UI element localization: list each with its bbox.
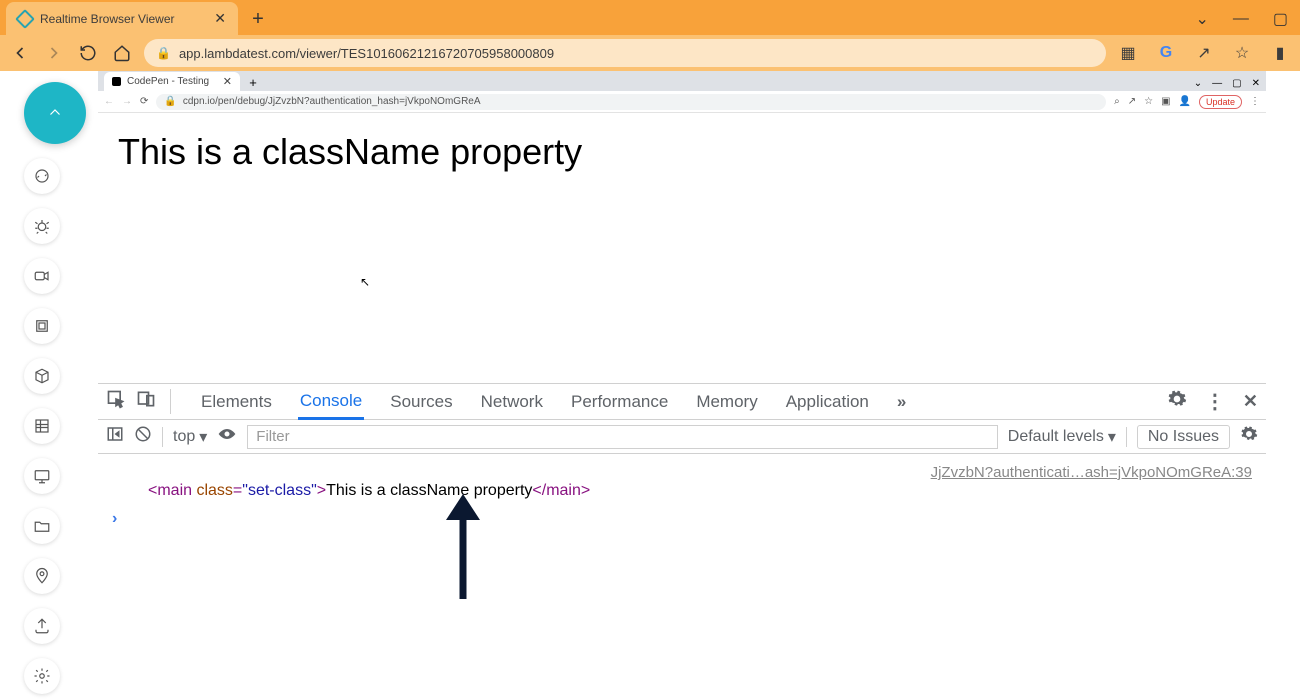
clear-console-icon[interactable]	[134, 425, 152, 448]
reload-button[interactable]	[76, 41, 100, 65]
log-level-selector[interactable]: Default levels ▾	[1008, 427, 1116, 447]
remote-browser: CodePen - Testing ✕ + ⌄ — ▢ ✕ ← → ⟳ 🔒 cd…	[98, 71, 1266, 699]
inner-zoom-icon[interactable]: ⌕	[1114, 96, 1120, 107]
rail-settings-icon[interactable]	[24, 658, 60, 694]
rail-switch-icon[interactable]	[24, 158, 60, 194]
page-content: This is a className property ↖	[98, 113, 1266, 383]
close-tab-icon[interactable]: ✕	[214, 10, 226, 27]
inner-minimize-icon[interactable]: —	[1212, 78, 1222, 89]
inner-close-tab-icon[interactable]: ✕	[223, 75, 232, 88]
inner-bookmark-icon[interactable]: ☆	[1144, 96, 1153, 107]
rail-location-icon[interactable]	[24, 558, 60, 594]
devtools-panel: Elements Console Sources Network Perform…	[98, 383, 1266, 699]
inner-toolbar: ← → ⟳ 🔒 cdpn.io/pen/debug/JjZvzbN?authen…	[98, 91, 1266, 113]
annotation-arrow-icon	[438, 494, 488, 604]
share-icon[interactable]: ↗	[1192, 41, 1216, 65]
tabs-overflow-icon[interactable]: »	[895, 386, 908, 418]
context-selector[interactable]: top ▾	[173, 427, 207, 447]
outer-window-controls: ⌄ — ▢	[1195, 9, 1300, 29]
devtools-close-icon[interactable]: ✕	[1243, 391, 1258, 412]
outer-browser-tab[interactable]: Realtime Browser Viewer ✕	[6, 2, 238, 35]
devtools-settings-icon[interactable]	[1167, 389, 1187, 414]
console-toolbar: top ▾ Filter Default levels ▾ No Issues	[98, 420, 1266, 454]
inner-menu-icon[interactable]: ⋮	[1250, 96, 1260, 107]
issues-button[interactable]: No Issues	[1137, 425, 1230, 449]
chevron-down-icon: ▾	[199, 427, 207, 447]
console-output[interactable]: <main class="set-class">This is a classN…	[98, 454, 1266, 699]
console-log-entry: <main class="set-class">This is a classN…	[112, 464, 1252, 500]
inner-tab-title: CodePen - Testing	[127, 76, 209, 87]
inner-browser-tab[interactable]: CodePen - Testing ✕	[104, 72, 240, 91]
forward-button[interactable]	[42, 41, 66, 65]
inner-profile-icon[interactable]: 👤	[1179, 96, 1191, 107]
inner-titlebar: CodePen - Testing ✕ + ⌄ — ▢ ✕	[98, 71, 1266, 91]
inner-new-tab-button[interactable]: +	[244, 73, 262, 91]
tab-elements[interactable]: Elements	[199, 386, 274, 418]
inner-extension-icon[interactable]: ▣	[1161, 96, 1170, 107]
page-heading: This is a className property	[118, 131, 582, 172]
console-filter-input[interactable]: Filter	[247, 425, 998, 449]
tab-application[interactable]: Application	[784, 386, 871, 418]
rail-package-icon[interactable]	[24, 358, 60, 394]
google-icon[interactable]: G	[1154, 41, 1178, 65]
lock-icon: 🔒	[156, 46, 171, 60]
codepen-favicon	[112, 77, 121, 86]
inner-back-button[interactable]: ←	[104, 96, 114, 107]
tab-network[interactable]: Network	[479, 386, 545, 418]
rail-screenshot-icon[interactable]	[24, 308, 60, 344]
reader-icon[interactable]: ▮	[1268, 41, 1292, 65]
tab-performance[interactable]: Performance	[569, 386, 670, 418]
inner-forward-button[interactable]: →	[122, 96, 132, 107]
console-settings-icon[interactable]	[1240, 425, 1258, 448]
inner-close-window-icon[interactable]: ✕	[1252, 78, 1260, 89]
tab-console[interactable]: Console	[298, 385, 364, 420]
devtools-tabstrip: Elements Console Sources Network Perform…	[98, 384, 1266, 420]
device-toggle-icon[interactable]	[136, 389, 156, 414]
outer-tab-title: Realtime Browser Viewer	[40, 12, 175, 26]
tab-memory[interactable]: Memory	[694, 386, 759, 418]
lambdatest-favicon	[15, 9, 35, 29]
inner-update-button[interactable]: Update	[1199, 95, 1242, 109]
chevron-down-icon[interactable]: ⌄	[1195, 9, 1208, 29]
inner-maximize-icon[interactable]: ▢	[1232, 78, 1241, 89]
inner-reload-button[interactable]: ⟳	[140, 96, 148, 107]
outer-titlebar: Realtime Browser Viewer ✕ + ⌄ — ▢	[0, 0, 1300, 35]
tab-sources[interactable]: Sources	[388, 386, 454, 418]
outer-toolbar: 🔒 app.lambdatest.com/viewer/TES101606212…	[0, 35, 1300, 71]
minimize-icon[interactable]: —	[1233, 10, 1249, 28]
outer-url-text: app.lambdatest.com/viewer/TES10160621216…	[179, 46, 554, 61]
rail-bug-icon[interactable]	[24, 208, 60, 244]
maximize-icon[interactable]: ▢	[1273, 9, 1288, 29]
devtools-menu-icon[interactable]: ⋮	[1205, 389, 1225, 414]
rail-grid-icon[interactable]	[24, 408, 60, 444]
bookmark-icon[interactable]: ☆	[1230, 41, 1254, 65]
translate-icon[interactable]: ▦	[1116, 41, 1140, 65]
outer-address-bar[interactable]: 🔒 app.lambdatest.com/viewer/TES101606212…	[144, 39, 1106, 67]
inner-share-icon[interactable]: ↗	[1128, 96, 1136, 107]
live-expression-icon[interactable]	[217, 427, 237, 446]
console-sidebar-toggle-icon[interactable]	[106, 425, 124, 448]
inner-url-text: cdpn.io/pen/debug/JjZvzbN?authentication…	[183, 96, 481, 107]
rail-video-icon[interactable]	[24, 258, 60, 294]
rail-upload-icon[interactable]	[24, 608, 60, 644]
inner-lock-icon: 🔒	[164, 96, 176, 107]
rail-monitor-icon[interactable]	[24, 458, 60, 494]
new-tab-button[interactable]: +	[244, 5, 272, 33]
inner-address-bar[interactable]: 🔒 cdpn.io/pen/debug/JjZvzbN?authenticati…	[156, 94, 1106, 110]
inspect-element-icon[interactable]	[106, 389, 126, 414]
home-button[interactable]	[110, 41, 134, 65]
back-button[interactable]	[8, 41, 32, 65]
mouse-cursor-icon: ↖	[360, 275, 370, 289]
inner-chevron-down-icon[interactable]: ⌄	[1194, 78, 1202, 89]
rail-folder-icon[interactable]	[24, 508, 60, 544]
console-source-link[interactable]: JjZvzbN?authenticati…ash=jVkpoNOmGReA:39	[931, 464, 1252, 481]
chevron-down-icon: ▾	[1108, 427, 1116, 447]
rail-collapse-button[interactable]	[24, 82, 86, 144]
lambdatest-rail	[24, 82, 86, 694]
console-prompt[interactable]: ›	[112, 510, 1252, 528]
